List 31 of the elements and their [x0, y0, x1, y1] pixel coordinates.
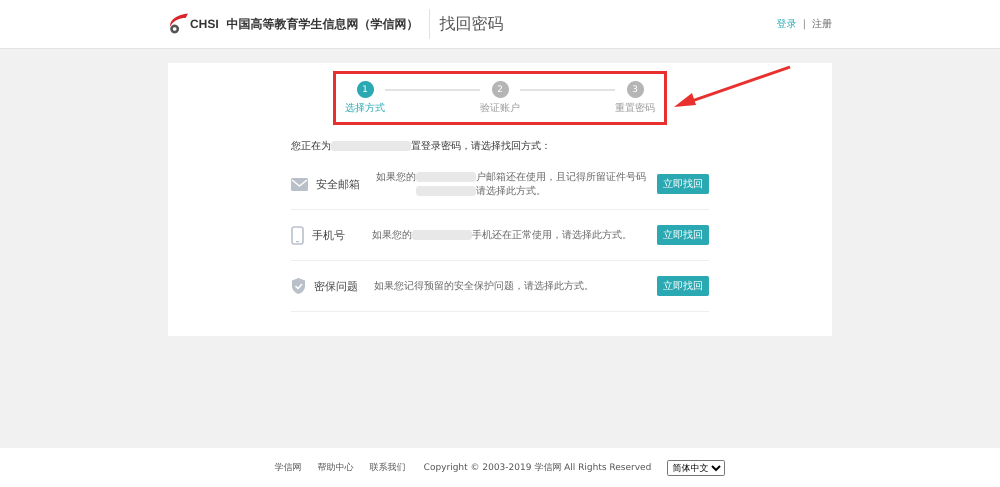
page-title: 找回密码: [440, 14, 504, 34]
method-description: 如果您记得预留的安全保护问题，请选择此方式。: [374, 280, 594, 293]
envelope-icon: [291, 178, 308, 190]
site-name: 中国高等教育学生信息网（学信网）: [226, 16, 419, 32]
method-name: 安全邮箱: [316, 176, 361, 192]
method-description: 如果您的: [372, 229, 412, 242]
language-select[interactable]: 简体中文: [667, 460, 726, 476]
step-label: 选择方式: [345, 102, 385, 115]
step-label: 重置密码: [615, 102, 655, 115]
method-description: 如果您的: [376, 171, 416, 184]
footer-link[interactable]: 联系我们: [370, 461, 406, 474]
logo-text: CHSI: [190, 17, 219, 31]
bird-logo-icon: [168, 13, 188, 35]
link-separator: |: [802, 18, 806, 30]
shield-check-icon: [291, 277, 306, 295]
method-name: 密保问题: [314, 278, 359, 294]
footer-link[interactable]: 帮助中心: [318, 461, 354, 474]
method-description: 手机还在正常使用，请选择此方式。: [472, 228, 632, 242]
phone-icon: [291, 226, 304, 244]
step-label: 验证账户: [480, 102, 520, 115]
method-name: 手机号: [312, 228, 346, 242]
intro-text: 您正在为: [291, 140, 331, 153]
intro-text: 置登录密码，请选择找回方式：: [411, 140, 551, 153]
step-number: 2: [492, 81, 508, 98]
step-number: 1: [356, 81, 374, 98]
copyright-text: Copyright © 2003-2019 学信网 All Rights Reserved: [424, 462, 652, 474]
footer-link[interactable]: 学信网: [274, 461, 302, 474]
method-description: 请选择此方式。: [476, 184, 546, 198]
header-link[interactable]: 注册: [812, 17, 832, 31]
method-description: 户邮箱还在使用，且记得所留证件号码: [476, 170, 646, 184]
step-number: 3: [626, 81, 644, 98]
